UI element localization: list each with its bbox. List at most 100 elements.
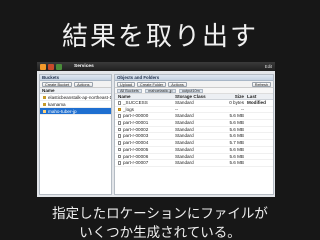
file-icon (118, 161, 121, 165)
edit-menu[interactable]: Edit (265, 64, 272, 69)
bucket-list-item[interactable]: elasticbeanstalk-ap-northeast-1 (40, 94, 111, 101)
object-name: part-r-00005 (123, 146, 149, 152)
column-header-size[interactable]: Size (217, 94, 247, 99)
column-header-last-modified[interactable]: Last Modified (247, 94, 273, 105)
last-modified-cell (247, 100, 273, 106)
storage-class-cell: Standard (175, 126, 194, 132)
file-icon (118, 127, 121, 132)
upload-button[interactable]: Upload (117, 81, 136, 87)
table-row[interactable]: part-r-00004 Standard 5.7 MB (115, 140, 273, 147)
services-menu[interactable]: Services (74, 64, 94, 69)
object-name: part-r-00000 (123, 113, 149, 119)
breadcrumb-item[interactable]: All Buckets (117, 89, 142, 93)
object-name-cell: part-r-00007 (115, 160, 175, 166)
file-icon (118, 147, 121, 152)
object-name: part-r-00007 (123, 160, 149, 166)
object-name: _SUCCESS (123, 100, 148, 105)
last-modified-cell (247, 120, 273, 126)
file-icon (118, 134, 121, 138)
bucket-icon (43, 103, 46, 107)
s3-console-screenshot: Services Edit Buckets Create Bucket Acti… (37, 62, 275, 197)
size-cell: 5.6 MB (229, 126, 244, 132)
object-name: part-r-00002 (123, 126, 149, 132)
object-name: part-r-00003 (123, 133, 149, 139)
buckets-panel: Buckets Create Bucket Actions Name elast… (39, 74, 112, 195)
storage-class-cell: Standard (175, 113, 194, 119)
size-cell: 5.6 MB (229, 160, 244, 166)
size-cell: 5.6 MB (229, 120, 244, 126)
size-cell: 5.6 MB (229, 153, 244, 159)
table-row[interactable]: part-r-00001 Standard 5.6 MB (115, 120, 273, 127)
object-name-cell: part-r-00005 (115, 147, 175, 153)
table-row[interactable]: part-r-00006 Standard 5.6 MB (115, 154, 273, 161)
file-icon (118, 154, 121, 159)
last-modified-cell (247, 113, 273, 119)
size-cell: -- (240, 106, 244, 112)
bucket-icon (43, 110, 46, 114)
aws-logo-icon (40, 63, 46, 70)
object-name: part-r-00006 (123, 153, 149, 159)
storage-class-cell: Standard (175, 120, 194, 126)
object-name: part-r-00004 (123, 140, 149, 146)
file-icon (118, 121, 121, 125)
table-row[interactable]: part-r-00002 Standard 5.6 MB (115, 127, 273, 134)
last-modified-cell (247, 154, 273, 160)
last-modified-cell (247, 127, 273, 133)
last-modified-cell (247, 107, 273, 113)
bucket-list-item[interactable]: kamama (40, 101, 111, 108)
storage-class-cell: Standard (175, 100, 194, 105)
buckets-actions-button[interactable]: Actions (74, 81, 93, 87)
last-modified-cell (247, 133, 273, 139)
objects-table-body: _SUCCESS Standard 0 bytes _logs -- -- part-r-0… (115, 100, 273, 167)
column-header-storage-class[interactable]: Storage Class (175, 94, 217, 99)
file-icon (118, 101, 121, 105)
bucket-list: elasticbeanstalk-ap-northeast-1 kamama mah… (40, 94, 111, 115)
object-name: _logs (123, 106, 134, 112)
object-name-cell: part-r-00002 (115, 127, 175, 133)
storage-class-cell: Standard (175, 146, 194, 152)
storage-class-cell: Standard (175, 160, 194, 166)
slide-title: 結果を取り出す (61, 22, 258, 52)
table-row[interactable]: part-r-00005 Standard 5.6 MB (115, 147, 273, 154)
last-modified-cell (247, 140, 273, 146)
folder-icon (118, 107, 121, 112)
breadcrumb-item[interactable]: mahoelastic-jp (145, 89, 176, 93)
create-bucket-button[interactable]: Create Bucket (42, 81, 73, 87)
storage-class-cell: Standard (175, 153, 194, 159)
column-header-name[interactable]: Name (115, 94, 175, 99)
objects-actions-button[interactable]: Actions (168, 81, 187, 87)
bucket-label: maho-tuber-jp (48, 109, 77, 114)
last-modified-cell (247, 147, 273, 153)
create-folder-button[interactable]: Create Folder (137, 81, 167, 87)
objects-toolbar: Upload Create Folder Actions Refresh (115, 81, 273, 88)
size-cell: 5.6 MB (229, 146, 244, 152)
size-cell: 0 bytes (229, 100, 244, 105)
slide-caption-line-2: いくつか生成されている。 (79, 225, 241, 240)
bucket-icon (43, 96, 46, 100)
storage-class-cell: Standard (175, 133, 194, 139)
table-row[interactable]: part-r-00000 Standard 5.6 MB (115, 113, 273, 121)
bucket-list-item[interactable]: maho-tuber-jp (40, 108, 111, 115)
table-row[interactable]: part-r-00007 Standard 5.6 MB (115, 160, 273, 167)
objects-panel: Objects and Folders Upload Create Folder… (114, 74, 274, 195)
aws-top-bar: Services Edit (37, 62, 275, 71)
table-row[interactable]: _logs -- -- (115, 107, 273, 114)
service-shortcut-icon[interactable] (56, 63, 62, 70)
size-cell: 5.7 MB (229, 140, 244, 146)
storage-class-cell: Standard (175, 140, 194, 146)
refresh-button[interactable]: Refresh (251, 81, 271, 87)
breadcrumb-item[interactable]: output10m (178, 89, 203, 93)
object-name-cell: part-r-00001 (115, 120, 175, 126)
file-icon (118, 114, 121, 118)
object-name-cell: part-r-00000 (115, 113, 175, 119)
size-cell: 5.6 MB (229, 133, 244, 139)
table-row[interactable]: part-r-00003 Standard 5.6 MB (115, 133, 273, 141)
service-shortcut-icon[interactable] (48, 63, 54, 70)
last-modified-cell (247, 160, 273, 166)
object-name-cell: part-r-00006 (115, 154, 175, 160)
object-name-cell: part-r-00004 (115, 140, 175, 146)
size-cell: 5.6 MB (229, 113, 244, 119)
object-name-cell: part-r-00003 (115, 133, 175, 139)
storage-class-cell: -- (175, 106, 179, 112)
table-row[interactable]: _SUCCESS Standard 0 bytes (115, 100, 273, 107)
